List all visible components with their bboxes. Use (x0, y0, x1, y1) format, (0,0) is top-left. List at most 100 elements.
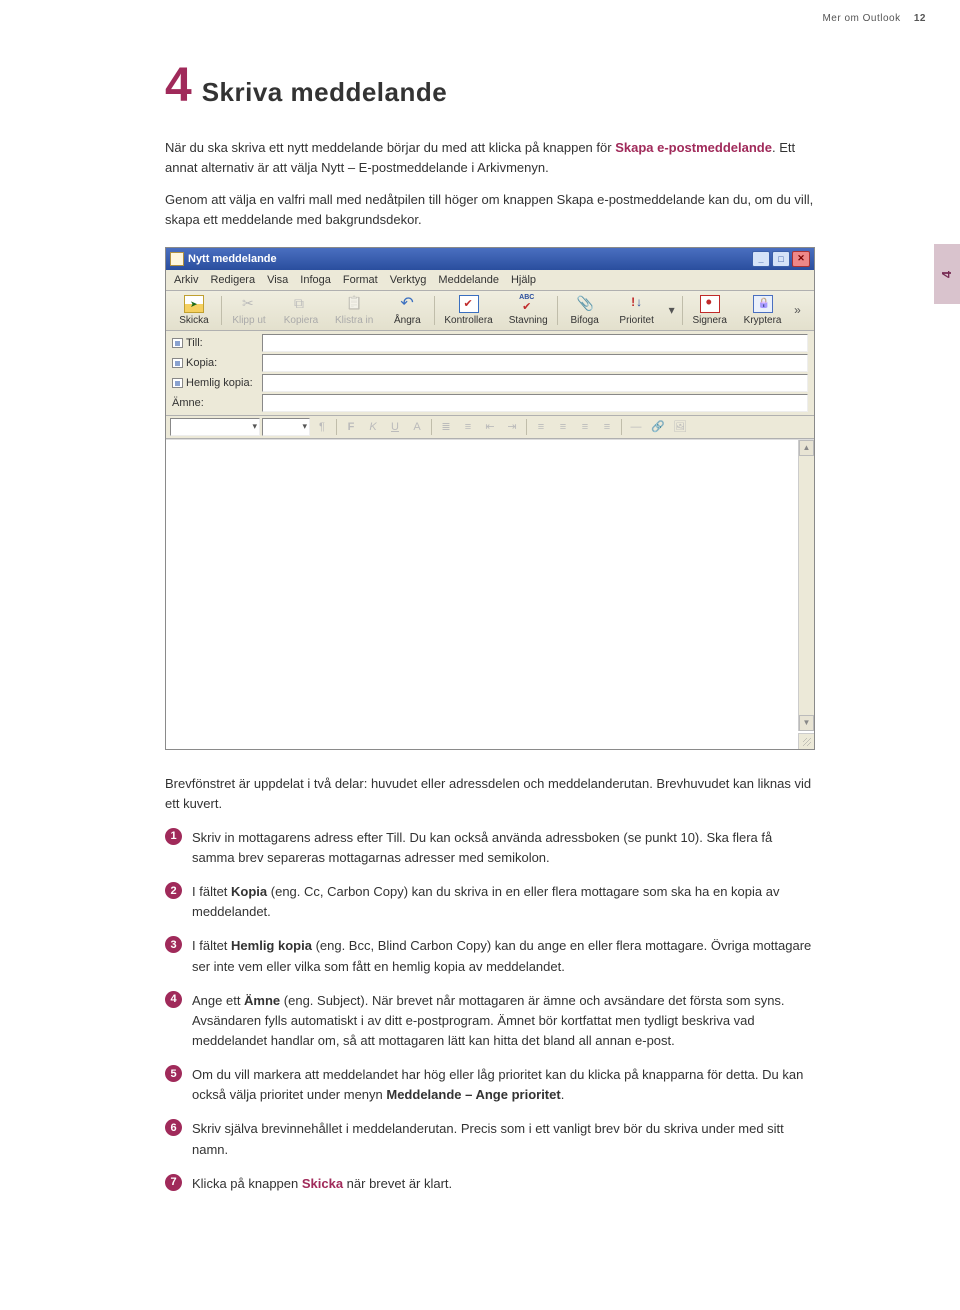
header-section: Mer om Outlook (822, 13, 900, 24)
menu-meddelande[interactable]: Meddelande (438, 274, 499, 286)
subject-field[interactable] (262, 394, 808, 412)
attach-button[interactable]: Bifoga (559, 293, 611, 328)
to-field[interactable] (262, 334, 808, 352)
format-toolbar: ▾ ▾ ¶ F K U A ≣ ≡ ⇤ ⇥ ≡ ≡ ≡ ≡ — 🔗 🖼 (166, 416, 814, 439)
align-center-button[interactable]: ≡ (553, 418, 573, 436)
priority-button[interactable]: !↓Prioritet (611, 293, 663, 328)
bullet-7: 7 (165, 1174, 182, 1191)
toolbar-overflow-icon[interactable]: » (789, 293, 805, 328)
resize-grip-icon[interactable] (798, 733, 814, 749)
header-fields: Till: Kopia: Hemlig kopia: Ämne: (166, 331, 814, 416)
copy-button[interactable]: Kopiera (275, 293, 327, 328)
vertical-scrollbar[interactable]: ▲ ▼ (798, 440, 814, 731)
check-button[interactable]: Kontrollera (436, 293, 500, 328)
intro-para-2: Genom att välja en valfri mall med nedåt… (165, 190, 815, 230)
to-label[interactable]: Till: (172, 337, 262, 349)
undo-button[interactable]: Ångra (381, 293, 433, 328)
menu-visa[interactable]: Visa (267, 274, 288, 286)
bullet-5: 5 (165, 1065, 182, 1082)
bullet-2: 2 (165, 882, 182, 899)
cut-button[interactable]: Klipp ut (223, 293, 275, 328)
addressbook-icon (172, 378, 183, 388)
encrypt-button[interactable]: Kryptera (736, 293, 790, 328)
send-button[interactable]: Skicka (168, 293, 220, 328)
menu-verktyg[interactable]: Verktyg (390, 274, 427, 286)
menu-arkiv[interactable]: Arkiv (174, 274, 198, 286)
window-title: Nytt meddelande (188, 253, 752, 265)
scroll-up-icon[interactable]: ▲ (799, 440, 814, 456)
sign-button[interactable]: Signera (684, 293, 736, 328)
item-text: Om du vill markera att meddelandet har h… (192, 1065, 815, 1105)
addressbook-icon (172, 338, 183, 348)
header-page: 12 (914, 13, 926, 24)
chapter-heading: 4 Skriva meddelande (165, 62, 815, 110)
main-content: 4 Skriva meddelande När du ska skriva et… (165, 62, 815, 1208)
instruction-list: 1 Skriv in mottagarens adress efter Till… (165, 828, 815, 1194)
close-button[interactable]: ✕ (792, 251, 810, 267)
bullet-6: 6 (165, 1119, 182, 1136)
item-text: I fältet Hemlig kopia (eng. Bcc, Blind C… (192, 936, 815, 976)
image-button[interactable]: 🖼 (670, 418, 690, 436)
minimize-button[interactable]: _ (752, 251, 770, 267)
align-left-button[interactable]: ≡ (531, 418, 551, 436)
menu-format[interactable]: Format (343, 274, 378, 286)
bullet-3: 3 (165, 936, 182, 953)
menubar: Arkiv Redigera Visa Infoga Format Verkty… (166, 270, 814, 291)
sign-icon (700, 295, 720, 313)
check-icon (459, 295, 479, 313)
maximize-button[interactable]: □ (772, 251, 790, 267)
paste-icon (344, 295, 364, 313)
send-icon (184, 295, 204, 313)
cc-label[interactable]: Kopia: (172, 357, 262, 369)
underline-button[interactable]: U (385, 418, 405, 436)
spelling-button[interactable]: Stavning (501, 293, 556, 328)
paperclip-icon (575, 295, 595, 313)
addressbook-icon (172, 358, 183, 368)
paste-button[interactable]: Klistra in (327, 293, 381, 328)
copy-icon (291, 295, 311, 313)
chapter-number: 4 (165, 62, 192, 110)
chapter-title: Skriva meddelande (202, 77, 448, 108)
align-right-button[interactable]: ≡ (575, 418, 595, 436)
indent-button[interactable]: ⇥ (502, 418, 522, 436)
scissors-icon (239, 295, 259, 313)
list-item: 5 Om du vill markera att meddelandet har… (165, 1065, 815, 1105)
intro-para-1: När du ska skriva ett nytt meddelande bö… (165, 138, 815, 178)
spelling-icon (518, 295, 538, 313)
item-text: Skriv in mottagarens adress efter Till. … (192, 828, 815, 868)
side-tab: 4 (934, 244, 960, 304)
menu-infoga[interactable]: Infoga (300, 274, 331, 286)
menu-redigera[interactable]: Redigera (210, 274, 255, 286)
link-button[interactable]: 🔗 (648, 418, 668, 436)
outlook-new-message-window: Nytt meddelande _ □ ✕ Arkiv Redigera Vis… (165, 247, 815, 750)
font-select[interactable]: ▾ (170, 418, 260, 436)
list-item: 6 Skriv själva brevinnehållet i meddelan… (165, 1119, 815, 1159)
outdent-button[interactable]: ⇤ (480, 418, 500, 436)
bcc-field[interactable] (262, 374, 808, 392)
item-text: Ange ett Ämne (eng. Subject). När brevet… (192, 991, 815, 1051)
after-para-1: Brevfönstret är uppdelat i två delar: hu… (165, 774, 815, 814)
bcc-label[interactable]: Hemlig kopia: (172, 377, 262, 389)
page-header: Mer om Outlook 12 (822, 13, 926, 24)
hr-button[interactable]: — (626, 418, 646, 436)
window-icon (170, 252, 184, 266)
cc-field[interactable] (262, 354, 808, 372)
message-body[interactable]: ▲ ▼ (166, 439, 814, 749)
menu-hjalp[interactable]: Hjälp (511, 274, 536, 286)
italic-button[interactable]: K (363, 418, 383, 436)
list-item: 4 Ange ett Ämne (eng. Subject). När brev… (165, 991, 815, 1051)
scroll-down-icon[interactable]: ▼ (799, 715, 814, 731)
justify-button[interactable]: ≡ (597, 418, 617, 436)
numbered-list-button[interactable]: ≣ (436, 418, 456, 436)
bullet-list-button[interactable]: ≡ (458, 418, 478, 436)
bold-button[interactable]: F (341, 418, 361, 436)
list-item: 2 I fältet Kopia (eng. Cc, Carbon Copy) … (165, 882, 815, 922)
priority-chevron-icon[interactable]: ▾ (663, 303, 681, 317)
subject-label: Ämne: (172, 397, 262, 409)
text-color-button[interactable]: A (407, 418, 427, 436)
size-select[interactable]: ▾ (262, 418, 310, 436)
titlebar: Nytt meddelande _ □ ✕ (166, 248, 814, 270)
bullet-1: 1 (165, 828, 182, 845)
bullet-4: 4 (165, 991, 182, 1008)
paragraph-style-button[interactable]: ¶ (312, 418, 332, 436)
